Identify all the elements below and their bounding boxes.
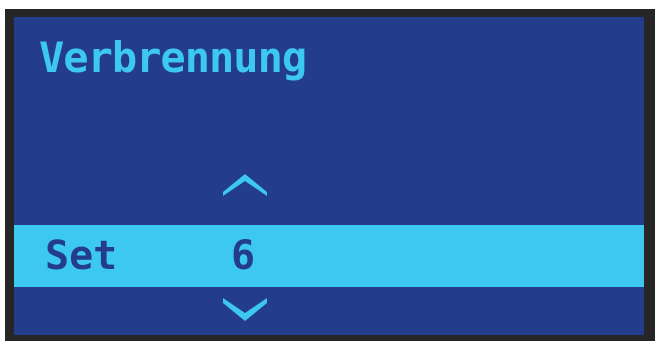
screen-title: Verbrennung	[39, 33, 307, 82]
setting-row[interactable]: Set 6	[14, 225, 644, 287]
setting-value: 6	[231, 233, 256, 279]
arrow-down-icon[interactable]	[223, 298, 267, 322]
lcd-screen: Verbrennung Set 6	[14, 17, 644, 335]
arrow-up-icon[interactable]	[223, 172, 267, 196]
setting-label: Set	[45, 233, 118, 279]
display-bezel: Verbrennung Set 6	[5, 9, 655, 341]
